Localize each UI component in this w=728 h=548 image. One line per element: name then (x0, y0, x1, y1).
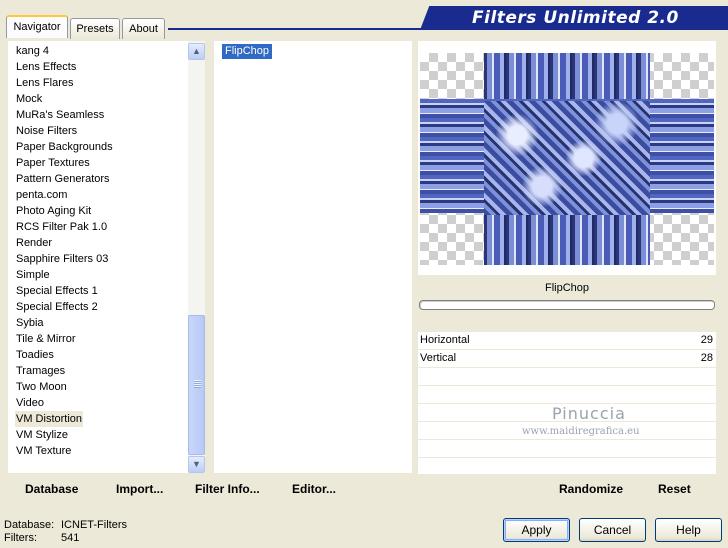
param-row-vertical[interactable]: Vertical 28 (418, 350, 716, 368)
progress-bar (419, 300, 715, 310)
apply-button[interactable]: Apply (503, 518, 570, 542)
category-item[interactable]: Special Effects 1 (15, 283, 99, 299)
right-link-bar: Randomize Reset (418, 477, 716, 501)
category-item[interactable]: Tile & Mirror (15, 331, 76, 347)
filter-list[interactable]: FlipChop (214, 41, 412, 473)
category-item[interactable]: RCS Filter Pak 1.0 (15, 219, 108, 235)
category-item[interactable]: penta.com (15, 187, 68, 203)
editor-link[interactable]: Editor... (292, 477, 336, 501)
parameter-panel: Horizontal 29 Vertical 28 Pinuccia www.m… (418, 332, 716, 474)
category-item[interactable]: MuRa's Seamless (15, 107, 105, 123)
category-item[interactable]: VM Texture (15, 443, 72, 459)
param-row-horizontal[interactable]: Horizontal 29 (418, 332, 716, 350)
help-button[interactable]: Help (655, 518, 722, 542)
category-item[interactable]: Paper Backgrounds (15, 139, 114, 155)
category-item[interactable]: Sapphire Filters 03 (15, 251, 109, 267)
category-item[interactable]: Photo Aging Kit (15, 203, 92, 219)
app-title-banner: Filters Unlimited 2.0 (420, 6, 728, 30)
param-value[interactable]: 29 (701, 332, 713, 349)
scroll-up-icon[interactable]: ▲ (188, 43, 205, 60)
filters-count-value: 541 (61, 532, 80, 544)
database-status-label: Database: (4, 519, 55, 531)
watermark-url: www.maidiregrafica.eu (522, 426, 640, 437)
category-item[interactable]: Noise Filters (15, 123, 78, 139)
param-row-empty (418, 368, 716, 386)
category-item[interactable]: Toadies (15, 347, 55, 363)
param-row-empty (418, 440, 716, 458)
category-item[interactable]: Mock (15, 91, 43, 107)
preview-image (420, 53, 714, 265)
import-link[interactable]: Import... (116, 477, 163, 501)
category-item[interactable]: Sybia (15, 315, 45, 331)
cancel-button[interactable]: Cancel (579, 518, 646, 542)
randomize-link[interactable]: Randomize (559, 477, 623, 501)
header-divider (168, 28, 728, 30)
category-item[interactable]: kang 4 (15, 43, 50, 59)
category-item[interactable]: Video (15, 395, 45, 411)
category-item[interactable]: Paper Textures (15, 155, 91, 171)
category-item[interactable]: Lens Flares (15, 75, 74, 91)
param-label: Horizontal (420, 334, 470, 346)
param-value[interactable]: 28 (701, 350, 713, 367)
category-item[interactable]: Simple (15, 267, 51, 283)
category-item[interactable]: Render (15, 235, 53, 251)
scroll-down-icon[interactable]: ▼ (188, 456, 205, 473)
tab-presets[interactable]: Presets (70, 18, 120, 39)
tab-about[interactable]: About (122, 18, 165, 39)
tab-navigator[interactable]: Navigator (6, 15, 68, 38)
database-link[interactable]: Database (25, 477, 78, 501)
category-item[interactable]: VM Distortion (15, 411, 84, 427)
category-item[interactable]: Lens Effects (15, 59, 77, 75)
filter-info-link[interactable]: Filter Info... (195, 477, 260, 501)
left-link-bar: Database Import... Filter Info... Editor… (8, 477, 412, 501)
filter-item-flipchop[interactable]: FlipChop (222, 44, 273, 59)
param-label: Vertical (420, 352, 457, 364)
category-item[interactable]: VM Stylize (15, 427, 69, 443)
database-status-value: ICNET-Filters (61, 519, 127, 531)
param-row-empty (418, 386, 716, 404)
selected-filter-name: FlipChop (418, 279, 716, 297)
category-list[interactable]: kang 4 Lens Effects Lens Flares Mock MuRa's … (8, 41, 188, 473)
category-scrollbar[interactable]: ▲ ▼ (188, 41, 205, 473)
category-item[interactable]: Tramages (15, 363, 66, 379)
scroll-thumb[interactable] (188, 315, 205, 455)
watermark-name: Pinuccia (552, 404, 626, 423)
reset-link[interactable]: Reset (658, 477, 691, 501)
preview-panel (418, 41, 716, 275)
category-item[interactable]: Pattern Generators (15, 171, 111, 187)
filters-count-label: Filters: (4, 532, 37, 544)
category-item[interactable]: Special Effects 2 (15, 299, 99, 315)
category-item[interactable]: Two Moon (15, 379, 68, 395)
